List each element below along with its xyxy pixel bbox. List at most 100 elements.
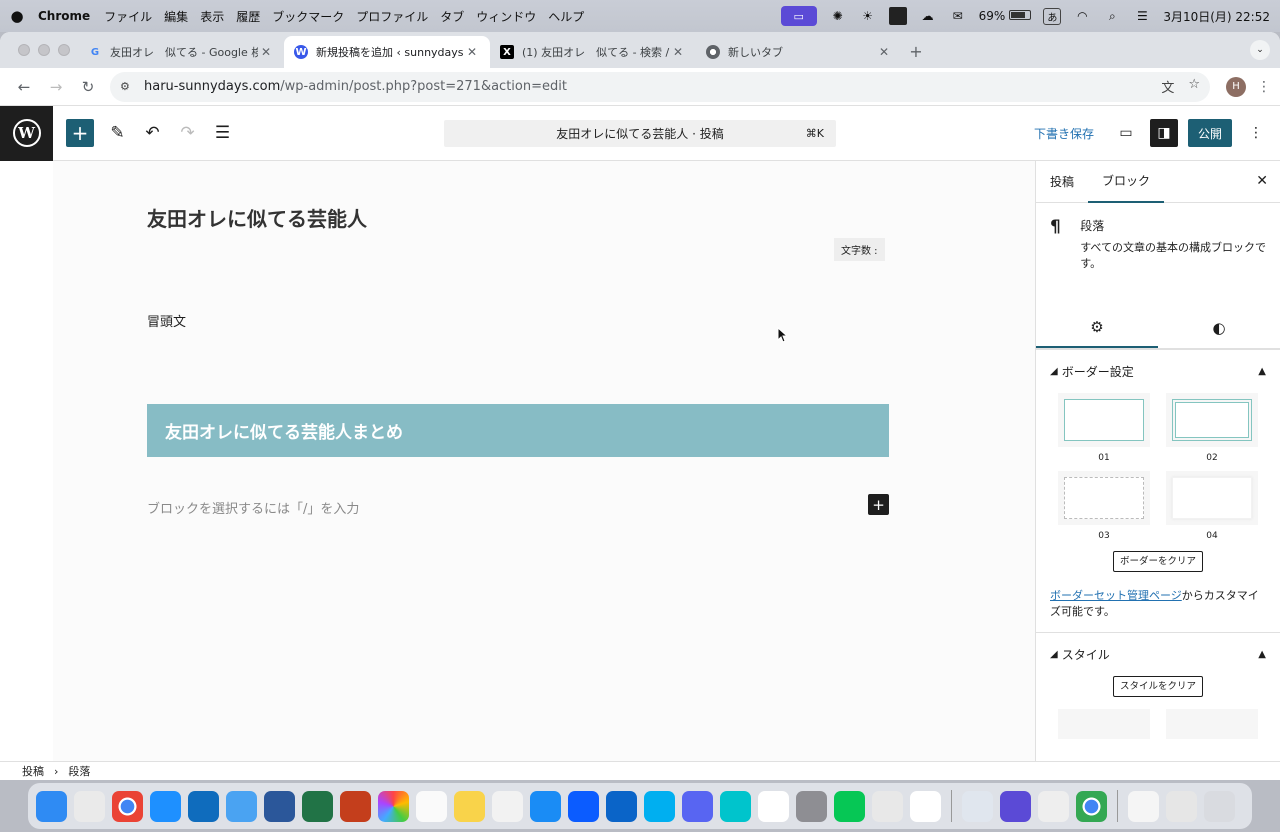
border-set-manage-link[interactable]: ボーダーセット管理ページ	[1050, 589, 1182, 602]
menu-tab[interactable]: タブ	[440, 8, 464, 25]
publish-button[interactable]: 公開	[1187, 119, 1232, 147]
finder-icon[interactable]	[36, 790, 67, 822]
breadcrumb-current[interactable]: 段落	[68, 763, 90, 779]
document-overview-icon[interactable]: ☰	[205, 123, 240, 143]
openai-icon[interactable]: ✺	[829, 8, 847, 24]
close-sidebar-icon[interactable]: ✕	[1256, 173, 1268, 189]
style-option[interactable]	[1166, 709, 1258, 739]
menu-history[interactable]: 履歴	[236, 8, 260, 25]
address-bar[interactable]: ⚙ haru-sunnydays.com/wp-admin/post.php?p…	[110, 71, 1210, 102]
block-inserter-button[interactable]: +	[66, 119, 94, 147]
close-tab-icon[interactable]: ✕	[464, 45, 480, 59]
browser-tab-wordpress[interactable]: W 新規投稿を追加 ‹ sunnydays — WordPress ✕	[284, 36, 490, 68]
menubar-clock[interactable]: 3月10日(月) 22:52	[1163, 8, 1270, 25]
chrome-menu-icon[interactable]: ⋮	[1256, 79, 1272, 95]
menu-view[interactable]: 表示	[200, 8, 224, 25]
styles-contrast-icon[interactable]: ◐	[1158, 307, 1280, 348]
menu-edit[interactable]: 編集	[164, 8, 188, 25]
style-option[interactable]	[1058, 709, 1150, 739]
settings-sidebar-toggle-icon[interactable]: ◨	[1149, 119, 1178, 147]
textedit-icon[interactable]	[1038, 790, 1069, 822]
close-tab-icon[interactable]: ✕	[876, 45, 892, 59]
settings-gear-icon[interactable]: ⚙	[1036, 307, 1158, 348]
heading-block[interactable]: 友田オレに似てる芸能人まとめ	[147, 404, 889, 457]
preview-laptop-icon[interactable]: ▭	[1112, 119, 1140, 147]
canva-icon[interactable]	[720, 790, 751, 822]
save-draft-button[interactable]: 下書き保存	[1034, 125, 1094, 142]
close-tab-icon[interactable]: ✕	[670, 45, 686, 59]
outlook-status-icon[interactable]: ✉	[949, 8, 967, 24]
undo-icon[interactable]: ↶	[135, 123, 170, 143]
menubar-app-name[interactable]: Chrome	[38, 9, 90, 23]
menu-help[interactable]: ヘルプ	[548, 8, 584, 25]
clear-style-button[interactable]: スタイルをクリア	[1113, 676, 1203, 697]
battery-status[interactable]: 69%	[979, 9, 1032, 23]
apple-icon[interactable]: ●	[10, 7, 24, 25]
menu-bookmarks[interactable]: ブックマーク	[272, 8, 344, 25]
post-title[interactable]: 友田オレに似てる芸能人	[147, 203, 367, 232]
excel-icon[interactable]	[302, 790, 333, 822]
browser-tab-google[interactable]: G 友田オレ 似てる - Google 検索 ✕	[78, 36, 284, 68]
discord-icon[interactable]	[682, 790, 713, 822]
notion-icon[interactable]	[758, 790, 789, 822]
tab-block[interactable]: ブロック	[1088, 161, 1165, 203]
outlook-icon[interactable]	[188, 790, 219, 822]
browser-tab-x[interactable]: X (1) 友田オレ 似てる - 検索 / X ✕	[490, 36, 696, 68]
editor-canvas[interactable]: 友田オレに似てる芸能人 文字数 : 冒頭文 友田オレに似てる芸能人まとめ ブロッ…	[53, 161, 1035, 761]
chrome-dock-icon[interactable]	[112, 790, 143, 822]
tab-post[interactable]: 投稿	[1036, 161, 1088, 203]
iphone-mirroring-icon[interactable]	[872, 790, 903, 822]
menu-profiles[interactable]: プロファイル	[356, 8, 428, 25]
breadcrumb-root[interactable]: 投稿	[22, 763, 44, 779]
powerpoint-icon[interactable]	[340, 790, 371, 822]
paragraph-block[interactable]: 冒頭文	[147, 311, 186, 330]
minimize-window-button[interactable]	[38, 44, 50, 56]
inline-add-block-button[interactable]: +	[868, 494, 889, 515]
reminders-icon[interactable]	[416, 790, 447, 822]
back-arrow-icon[interactable]: ←	[8, 78, 40, 96]
pencil-tools-icon[interactable]: ✎	[100, 123, 135, 143]
translate-icon[interactable]: 文	[1161, 77, 1174, 96]
trash-icon[interactable]	[1204, 790, 1235, 822]
freeform-icon[interactable]	[492, 790, 523, 822]
downloads-stack-icon[interactable]	[1166, 790, 1197, 822]
command-palette-bar[interactable]: 友田オレに似てる芸能人 · 投稿 ⌘K	[444, 120, 836, 147]
screen-sharing-icon[interactable]	[1000, 790, 1031, 822]
control-center-icon[interactable]: ☰	[1133, 8, 1151, 24]
wifi-icon[interactable]: ◠	[1073, 8, 1091, 24]
notes-icon[interactable]	[454, 790, 485, 822]
mail-icon[interactable]	[226, 790, 257, 822]
wordpress-logo-icon[interactable]: W	[0, 105, 53, 161]
line-icon[interactable]	[834, 790, 865, 822]
preview-icon[interactable]	[962, 790, 993, 822]
screen-share-icon[interactable]: ▭	[780, 6, 817, 26]
menu-file[interactable]: ファイル	[104, 8, 152, 25]
chrome-app-icon[interactable]	[1076, 790, 1107, 822]
document-icon[interactable]	[1128, 790, 1159, 822]
close-tab-icon[interactable]: ✕	[258, 45, 274, 59]
style-panel-header[interactable]: ◢ スタイル ▲	[1036, 632, 1280, 676]
brightness-icon[interactable]: ☀	[859, 8, 877, 24]
chatgpt-icon[interactable]	[910, 790, 941, 822]
bookmark-star-icon[interactable]: ☆	[1188, 77, 1200, 96]
safari-icon[interactable]	[150, 790, 181, 822]
tab-search-chevron-icon[interactable]: ⌄	[1250, 40, 1270, 60]
forward-arrow-icon[interactable]: →	[40, 78, 72, 96]
spotlight-search-icon[interactable]: ⌕	[1103, 8, 1121, 24]
onedrive-icon[interactable]	[606, 790, 637, 822]
profile-avatar[interactable]: H	[1226, 76, 1246, 97]
skype-icon[interactable]	[644, 790, 675, 822]
close-window-button[interactable]	[18, 44, 30, 56]
clear-border-button[interactable]: ボーダーをクリア	[1113, 551, 1203, 572]
empty-block-placeholder[interactable]: ブロックを選択するには「/」を入力	[147, 498, 359, 517]
photos-icon[interactable]	[378, 790, 409, 822]
cloud-icon[interactable]: ☁	[919, 8, 937, 24]
border-option-02[interactable]: 02	[1166, 393, 1258, 467]
border-option-04[interactable]: 04	[1166, 471, 1258, 545]
options-menu-icon[interactable]: ⋮	[1242, 119, 1270, 147]
border-settings-panel-header[interactable]: ◢ ボーダー設定 ▲	[1036, 349, 1280, 393]
zoom-window-button[interactable]	[58, 44, 70, 56]
launchpad-icon[interactable]	[74, 790, 105, 822]
browser-tab-new[interactable]: 新しいタブ ✕	[696, 36, 902, 68]
redo-icon[interactable]: ↷	[170, 123, 205, 143]
